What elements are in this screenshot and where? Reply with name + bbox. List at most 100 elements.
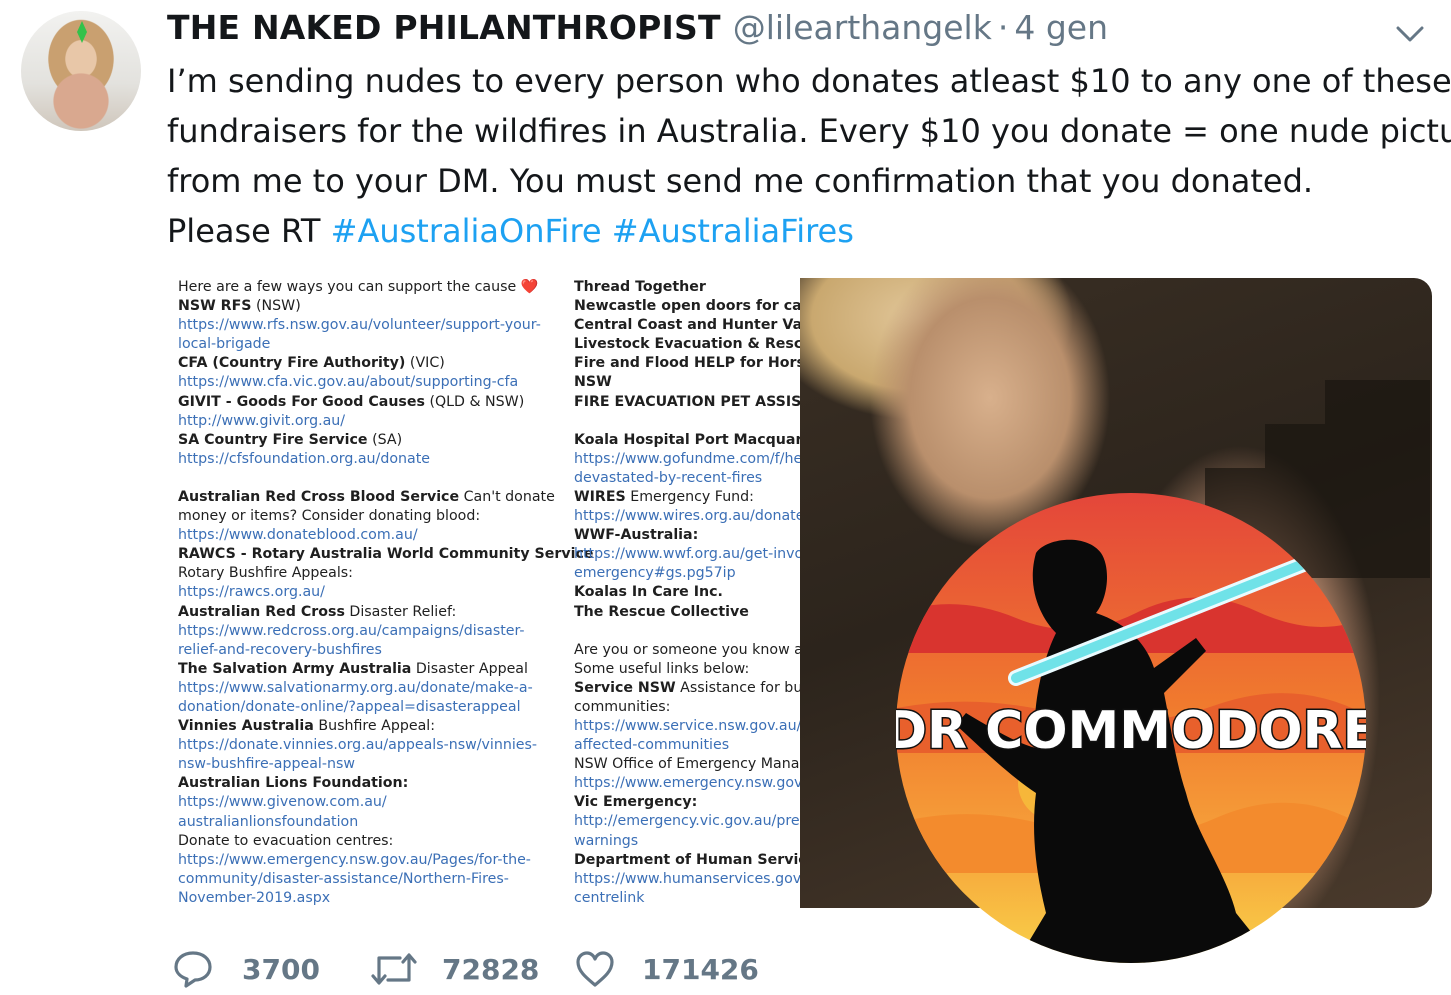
url-text: devastated-by-recent-fires <box>574 469 763 486</box>
org-name: Central Coast and Hunter Valley H <box>574 317 800 334</box>
org-name: Service NSW <box>574 679 676 696</box>
line-text: NSW Office of Emergency Manager <box>574 756 800 773</box>
list-link[interactable]: https://www.humanservices.gov.au/ <box>574 870 800 889</box>
list-link[interactable]: https://www.donateblood.com.au/ <box>178 526 568 545</box>
list-line: The Salvation Army Australia Disaster Ap… <box>178 660 568 679</box>
timestamp[interactable]: 4 gen <box>1014 8 1108 47</box>
separator: · <box>997 8 1009 47</box>
list-link[interactable]: devastated-by-recent-fires <box>574 469 800 488</box>
org-detail: Disaster Relief: <box>344 603 457 620</box>
list-line: GIVIT - Goods For Good Causes (QLD & NSW… <box>178 393 568 412</box>
url-text: https://donate.vinnies.org.au/appeals-ns… <box>178 737 538 754</box>
line-text: Some useful links below: <box>574 660 750 677</box>
org-name: SA Country Fire Service <box>178 431 368 448</box>
list-link[interactable]: local-brigade <box>178 335 568 354</box>
url-text: November-2019.aspx <box>178 889 331 906</box>
like-count: 171426 <box>642 952 759 986</box>
reply-icon <box>174 951 212 988</box>
url-text: affected-communities <box>574 737 730 754</box>
like-button[interactable]: 171426 <box>574 944 759 994</box>
chevron-down-icon[interactable] <box>1395 24 1425 44</box>
url-text: https://www.humanservices.gov.au/ <box>574 870 800 887</box>
list-link[interactable]: https://www.wires.org.au/donate/en <box>574 507 800 526</box>
url-text: australianlionsfoundation <box>178 813 359 830</box>
list-link[interactable]: https://www.emergency.nsw.gov.au <box>574 774 800 793</box>
org-name: NSW RFS <box>178 298 252 315</box>
hashtag-link[interactable]: #AustraliaFires <box>612 212 854 250</box>
list-link[interactable]: relief-and-recovery-bushfires <box>178 641 568 660</box>
list-link[interactable]: warnings <box>574 832 800 851</box>
url-text: https://www.cfa.vic.gov.au/about/support… <box>178 374 519 391</box>
list-link[interactable]: https://www.rfs.nsw.gov.au/volunteer/sup… <box>178 316 568 335</box>
list-link[interactable]: affected-communities <box>574 736 800 755</box>
list-line: SA Country Fire Service (SA) <box>178 431 568 450</box>
hashtag-link[interactable]: #AustraliaOnFire <box>331 212 602 250</box>
url-text: centrelink <box>574 889 645 906</box>
list-line: Are you or someone you know affec <box>574 641 800 660</box>
list-line: WWF-Australia: <box>574 526 800 545</box>
list-link[interactable]: http://emergency.vic.gov.au/prepare <box>574 812 800 831</box>
list-link[interactable]: https://donate.vinnies.org.au/appeals-ns… <box>178 736 568 755</box>
url-text: https://www.redcross.org.au/campaigns/di… <box>178 622 525 639</box>
list-link[interactable]: emergency#gs.pg57ip <box>574 564 800 583</box>
url-text: https://www.rfs.nsw.gov.au/volunteer/sup… <box>178 317 541 334</box>
reply-button[interactable]: 3700 <box>172 944 320 994</box>
org-detail: Can't donate <box>459 488 555 505</box>
org-name: Koala Hospital Port Macquarie <box>574 431 800 448</box>
list-link[interactable]: https://www.service.nsw.gov.au/ass <box>574 717 800 736</box>
url-text: relief-and-recovery-bushfires <box>178 641 382 658</box>
org-name: The Salvation Army Australia <box>178 660 412 677</box>
avatar[interactable] <box>21 11 141 131</box>
list-link[interactable]: centrelink <box>574 889 800 908</box>
url-text: https://www.givenow.com.au/ <box>178 794 387 811</box>
org-detail: (VIC) <box>405 355 445 372</box>
display-name[interactable]: THE NAKED PHILANTHROPIST <box>167 8 721 47</box>
url-text: http://emergency.vic.gov.au/prepare <box>574 813 800 830</box>
line-text: Rotary Bushfire Appeals: <box>178 565 353 582</box>
url-text: https://www.wires.org.au/donate/en <box>574 508 800 525</box>
list-line: Thread Together <box>574 278 800 297</box>
url-text: https://www.wwf.org.au/get-involve <box>574 546 800 563</box>
org-detail: (QLD & NSW) <box>424 393 525 410</box>
url-text: local-brigade <box>178 336 271 353</box>
org-name: GIVIT - Goods For Good Causes <box>178 393 425 410</box>
list-link[interactable]: https://www.givenow.com.au/ <box>178 793 568 812</box>
list-line: Department of Human Services: <box>574 851 800 870</box>
list-line: Here are a few ways you can support the … <box>178 278 568 297</box>
org-name: Fire and Flood HELP for Horses Mi <box>574 355 800 372</box>
list-link[interactable]: donation/donate-online/?appeal=disastera… <box>178 698 568 717</box>
list-link[interactable]: nsw-bushfire-appeal-nsw <box>178 755 568 774</box>
org-detail: (SA) <box>367 431 403 448</box>
retweet-count: 72828 <box>442 952 540 986</box>
list-line: RAWCS - Rotary Australia World Community… <box>178 545 594 564</box>
org-name: Australian Lions Foundation: <box>178 775 409 792</box>
list-link[interactable]: https://rawcs.org.au/ <box>178 583 568 602</box>
org-detail: Assistance for bushfi <box>680 679 800 696</box>
org-detail: Bushfire Appeal: <box>313 718 436 735</box>
retweet-button[interactable]: 72828 <box>370 944 539 994</box>
list-link[interactable]: community/disaster-assistance/Northern-F… <box>178 870 568 889</box>
list-link[interactable]: https://www.cfa.vic.gov.au/about/support… <box>178 373 568 392</box>
heart-icon <box>576 951 614 987</box>
list-link[interactable]: australianlionsfoundation <box>178 813 568 832</box>
handle[interactable]: @lilearthangelk <box>733 8 992 47</box>
list-line: FIRE EVACUATION PET ASSISTANC <box>574 393 800 412</box>
list-line: Donate to evacuation centres: <box>178 832 568 851</box>
list-link[interactable]: November-2019.aspx <box>178 889 568 908</box>
url-text: https://www.salvationarmy.org.au/donate/… <box>178 679 533 696</box>
org-name: Australian Red Cross Blood Service <box>178 488 460 505</box>
list-link[interactable]: https://www.wwf.org.au/get-involve <box>574 545 800 564</box>
url-text: donation/donate-online/?appeal=disastera… <box>178 698 521 715</box>
list-link[interactable]: https://cfsfoundation.org.au/donate <box>178 450 568 469</box>
list-line: Some useful links below: <box>574 660 800 679</box>
list-link[interactable]: https://www.salvationarmy.org.au/donate/… <box>178 679 568 698</box>
list-link[interactable]: https://www.emergency.nsw.gov.au/Pages/f… <box>178 851 568 870</box>
list-link[interactable]: http://www.givit.org.au/ <box>178 412 568 431</box>
org-name: Vinnies Australia <box>178 718 314 735</box>
list-link[interactable]: https://www.redcross.org.au/campaigns/di… <box>178 622 568 641</box>
tweet-header: THE NAKED PHILANTHROPIST @lilearthangelk… <box>167 8 1108 52</box>
list-line: communities: <box>574 698 800 717</box>
list-line: Australian Red Cross Disaster Relief: <box>178 603 568 622</box>
list-link[interactable]: https://www.gofundme.com/f/help- <box>574 450 800 469</box>
